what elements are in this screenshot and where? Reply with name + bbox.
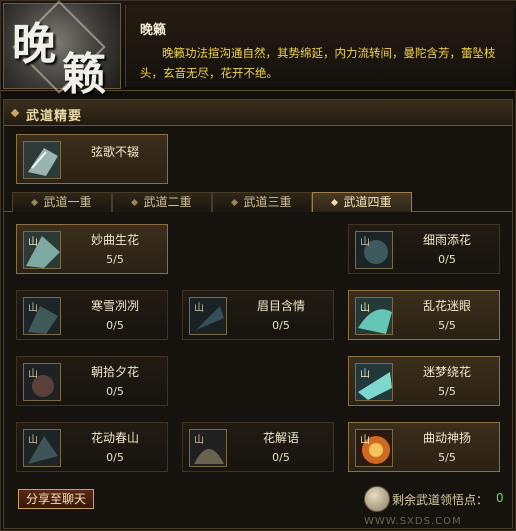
- skill-card[interactable]: 山 眉目含情 0/5: [182, 290, 334, 340]
- skill-name: 花动春山: [90, 431, 139, 445]
- tab-tier-3[interactable]: 武道三重: [212, 192, 312, 212]
- svg-text:山: 山: [194, 434, 204, 446]
- diamond-bullet-icon: [10, 108, 20, 118]
- header: 晚 籁 晚籁 晚籁功法揎沟通自然，其势绵延，内力流转间，曼陀含芳，蕾坠枝头，玄音…: [1, 0, 516, 100]
- svg-text:山: 山: [360, 302, 370, 314]
- header-text-box: 晚籁 晚籁功法揎沟通自然，其势绵延，内力流转间，曼陀含芳，蕾坠枝头，玄音无尽，花…: [125, 5, 513, 87]
- skill-title: 晚籁: [140, 23, 167, 38]
- skill-name: 迷梦绕花: [422, 365, 471, 379]
- emblem-char-2: 籁: [62, 49, 106, 100]
- skill-card[interactable]: 山 朝拾夕花 0/5: [16, 356, 168, 406]
- skill-description: 晚籁功法揎沟通自然，其势绵延，内力流转间，曼陀含芳，蕾坠枝头，玄音无尽，花开不绝…: [140, 46, 496, 80]
- skill-level: 5/5: [438, 451, 456, 464]
- skill-name: 寒雪冽冽: [90, 299, 139, 313]
- skill-window: 晚 籁 晚籁 晚籁功法揎沟通自然，其势绵延，内力流转间，曼陀含芳，蕾坠枝头，玄音…: [0, 0, 516, 531]
- svg-text:山: 山: [360, 434, 370, 446]
- section-title-bar: 武道精要: [4, 100, 512, 126]
- skill-card[interactable]: 山 花动春山 0/5: [16, 422, 168, 472]
- skill-level: 0/5: [106, 319, 124, 332]
- skill-icon: 山: [355, 363, 393, 401]
- skill-icon: 山: [23, 363, 61, 401]
- svg-text:山: 山: [28, 368, 38, 380]
- points-footer: 剩余武道领悟点： 0: [360, 480, 510, 520]
- skill-card[interactable]: 山 花解语 0/5: [182, 422, 334, 472]
- essence-card[interactable]: 弦歌不辍: [16, 134, 168, 184]
- skill-level: 0/5: [272, 451, 290, 464]
- skill-card[interactable]: 山 妙曲生花 5/5: [16, 224, 168, 274]
- tab-tier-4[interactable]: 武道四重: [312, 192, 412, 212]
- tab-label: 武道一重: [43, 195, 92, 209]
- skill-icon: 山: [23, 297, 61, 335]
- skill-icon: 山: [189, 297, 227, 335]
- skill-card[interactable]: 山 细雨添花 0/5: [348, 224, 500, 274]
- share-to-chat-button[interactable]: 分享至聊天: [18, 489, 94, 509]
- tab-tier-2[interactable]: 武道二重: [112, 192, 212, 212]
- tier-tabs: 武道一重 武道二重 武道三重 武道四重: [4, 190, 512, 212]
- skill-name: 妙曲生花: [90, 233, 139, 247]
- skill-card[interactable]: 山 曲动神扬 5/5: [348, 422, 500, 472]
- skill-icon: 山: [355, 297, 393, 335]
- svg-text:山: 山: [28, 434, 38, 446]
- skill-level: 5/5: [106, 253, 124, 266]
- skill-name: 曲动神扬: [422, 431, 471, 445]
- skill-panel: 武道精要 弦歌不辍 武道一重 武道二重 武道三重 武道四重 山 妙曲生花 5/5…: [3, 99, 513, 529]
- watermark: WWW.SXDS.COM: [364, 516, 462, 527]
- skill-level: 0/5: [106, 451, 124, 464]
- essence-icon: [23, 141, 61, 179]
- points-label: 剩余武道领悟点：: [392, 493, 489, 507]
- skill-name: 眉目含情: [256, 299, 305, 313]
- tab-tier-1[interactable]: 武道一重: [12, 192, 112, 212]
- tab-bullet-icon: [231, 198, 239, 207]
- skill-icon: 山: [189, 429, 227, 467]
- skill-icon: 山: [23, 231, 61, 269]
- emblem-char-1: 晚: [12, 19, 56, 70]
- skill-level: 5/5: [438, 319, 456, 332]
- skill-card[interactable]: 山 乱花迷眼 5/5: [348, 290, 500, 340]
- tab-label: 武道二重: [143, 195, 192, 209]
- skill-level: 0/5: [106, 385, 124, 398]
- tab-bullet-icon: [331, 198, 339, 207]
- skill-icon: 山: [355, 429, 393, 467]
- skill-name: 花解语: [262, 431, 299, 445]
- tab-label: 武道三重: [243, 195, 292, 209]
- svg-text:山: 山: [28, 302, 38, 314]
- skill-level: 0/5: [272, 319, 290, 332]
- points-value: 0: [496, 491, 504, 505]
- essence-name: 弦歌不辍: [90, 145, 139, 159]
- skill-level: 5/5: [438, 385, 456, 398]
- svg-text:山: 山: [360, 368, 370, 380]
- skill-name: 朝拾夕花: [90, 365, 139, 379]
- svg-text:山: 山: [194, 302, 204, 314]
- mascot-icon: [364, 486, 390, 512]
- skill-level: 0/5: [438, 253, 456, 266]
- svg-text:山: 山: [360, 236, 370, 248]
- skill-name: 乱花迷眼: [422, 299, 471, 313]
- skill-emblem: 晚 籁: [3, 0, 121, 100]
- skill-card[interactable]: 山 迷梦绕花 5/5: [348, 356, 500, 406]
- skill-icon: 山: [23, 429, 61, 467]
- skill-icon: 山: [355, 231, 393, 269]
- tab-bullet-icon: [31, 198, 39, 207]
- skill-name: 细雨添花: [422, 233, 471, 247]
- svg-text:山: 山: [28, 236, 38, 248]
- tab-bullet-icon: [131, 198, 139, 207]
- skill-card[interactable]: 山 寒雪冽冽 0/5: [16, 290, 168, 340]
- section-title: 武道精要: [26, 109, 83, 124]
- tab-label: 武道四重: [343, 195, 392, 209]
